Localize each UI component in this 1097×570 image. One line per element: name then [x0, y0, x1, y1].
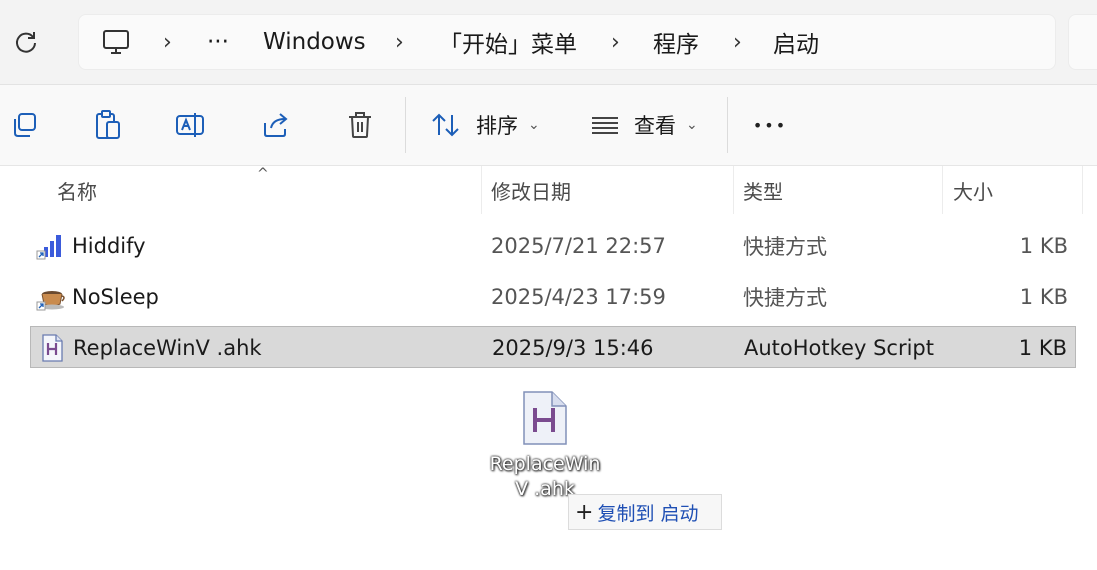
sort-ascending-icon: ^ — [257, 166, 269, 182]
more-options-button[interactable]: ••• — [752, 101, 788, 149]
breadcrumb-startup[interactable]: 启动 — [773, 15, 819, 69]
share-button[interactable] — [256, 101, 296, 149]
file-type: 快捷方式 — [743, 286, 827, 310]
breadcrumb-overflow[interactable]: ··· — [207, 15, 229, 69]
sort-label: 排序 — [476, 114, 518, 138]
file-name: ReplaceWinV .ahk — [73, 336, 262, 360]
computer-icon — [103, 30, 129, 54]
breadcrumb-separator[interactable]: › — [395, 15, 404, 69]
sort-icon — [432, 113, 459, 137]
file-row[interactable]: NoSleep 2025/4/23 17:59 快捷方式 1 KB — [30, 276, 1076, 318]
column-name[interactable]: 名称 — [57, 166, 97, 214]
address-area: › ··· › Windows 「开始」菜单 › 程序 › 启动 — [0, 0, 1097, 85]
view-button[interactable]: 查看 ⌄ — [590, 101, 698, 149]
file-date: 2025/7/21 22:57 — [491, 234, 666, 258]
column-date-modified[interactable]: 修改日期 — [491, 166, 571, 214]
column-type[interactable]: 类型 — [743, 166, 783, 214]
drop-action-text: 复制到 — [597, 502, 655, 525]
file-size: 1 KB — [1018, 336, 1067, 360]
coffee-shortcut-icon — [36, 291, 65, 311]
column-divider[interactable] — [733, 166, 734, 214]
paste-icon — [96, 110, 120, 139]
delete-button[interactable] — [340, 101, 380, 149]
file-type: 快捷方式 — [743, 235, 827, 259]
paste-button[interactable] — [88, 101, 128, 149]
drop-tooltip: + 复制到 启动 — [568, 494, 722, 530]
breadcrumb-windows[interactable]: Windows — [263, 15, 366, 69]
file-row-selected[interactable]: ReplaceWinV .ahk 2025/9/3 15:46 AutoHotk… — [30, 326, 1076, 368]
refresh-button[interactable] — [10, 26, 42, 58]
breadcrumb-programs[interactable]: 程序 — [653, 15, 699, 69]
breadcrumb-start-menu[interactable]: 「开始」菜单 — [439, 15, 577, 69]
copy-button[interactable] — [6, 101, 42, 149]
copy-icon — [14, 113, 36, 137]
ahk-file-icon — [42, 334, 63, 362]
column-divider[interactable] — [942, 166, 943, 214]
file-name: NoSleep — [72, 285, 159, 309]
trash-icon — [349, 112, 371, 138]
ahk-file-icon — [523, 391, 567, 445]
hiddify-shortcut-icon — [36, 235, 61, 260]
column-header-row: ^ 名称 修改日期 类型 大小 — [0, 166, 1097, 214]
file-date: 2025/9/3 15:46 — [492, 336, 654, 360]
column-size[interactable]: 大小 — [953, 166, 993, 214]
search-box[interactable] — [1068, 14, 1097, 70]
file-size: 1 KB — [1019, 234, 1068, 258]
file-size: 1 KB — [1019, 285, 1068, 309]
refresh-icon — [16, 32, 36, 53]
plus-icon: + — [575, 499, 594, 525]
file-name: Hiddify — [72, 234, 146, 258]
file-row[interactable]: Hiddify 2025/7/21 22:57 快捷方式 1 KB — [30, 225, 1076, 267]
breadcrumb-separator[interactable]: › — [733, 15, 742, 69]
view-label: 查看 — [634, 114, 676, 138]
this-pc-crumb[interactable] — [101, 15, 131, 69]
sort-button[interactable]: 排序 ⌄ — [430, 101, 540, 149]
breadcrumb-separator[interactable]: › — [163, 15, 172, 69]
view-lines-icon — [592, 117, 618, 134]
toolbar-divider — [727, 97, 728, 153]
breadcrumb-separator[interactable]: › — [611, 15, 620, 69]
column-divider[interactable] — [481, 166, 482, 214]
command-bar: 排序 ⌄ 查看 ⌄ ••• — [0, 85, 1097, 166]
toolbar-divider — [405, 97, 406, 153]
chevron-down-icon: ⌄ — [528, 117, 540, 133]
chevron-down-icon: ⌄ — [686, 117, 698, 133]
file-type: AutoHotkey Script — [744, 336, 934, 360]
file-date: 2025/4/23 17:59 — [491, 285, 666, 309]
column-divider[interactable] — [1082, 166, 1083, 214]
rename-button[interactable] — [170, 101, 210, 149]
rename-icon — [176, 113, 204, 137]
drop-target-text: 启动 — [660, 502, 699, 525]
drag-label-line: ReplaceWin — [489, 453, 601, 475]
share-icon — [264, 113, 288, 137]
address-bar[interactable]: › ··· › Windows 「开始」菜单 › 程序 › 启动 — [78, 14, 1056, 70]
